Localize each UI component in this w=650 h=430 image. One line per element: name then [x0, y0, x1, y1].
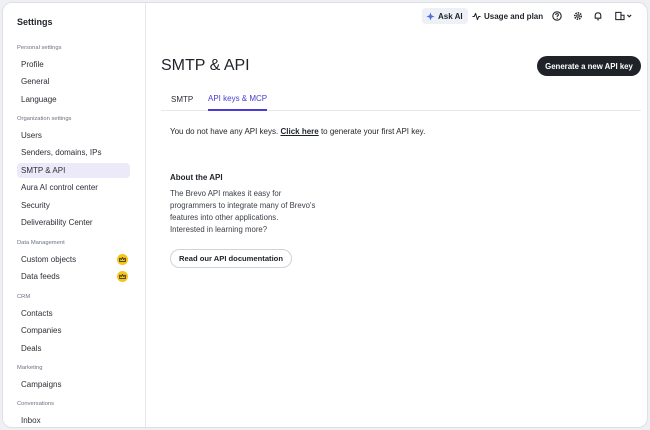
empty-state-message: You do not have any API keys. Click here…	[170, 127, 425, 136]
empty-state-suffix: to generate your first API key.	[320, 127, 426, 136]
section-personal-settings: Personal settings	[17, 45, 62, 51]
section-marketing: Marketing	[17, 365, 43, 371]
read-api-documentation-button[interactable]: Read our API documentation	[170, 249, 292, 268]
activity-icon	[472, 12, 481, 20]
sidebar-item-smtp-api[interactable]: SMTP & API	[17, 163, 130, 178]
sidebar-item-label: Data feeds	[21, 272, 60, 281]
sidebar-item-profile[interactable]: Profile	[17, 57, 130, 72]
sidebar-item-label: Custom objects	[21, 255, 77, 264]
sidebar-item-contacts[interactable]: Contacts	[17, 306, 130, 321]
top-bar: Ask AI Usage and plan	[146, 3, 647, 29]
sidebar-item-security[interactable]: Security	[17, 198, 130, 213]
usage-and-plan-button[interactable]: Usage and plan	[472, 8, 543, 24]
section-organization-settings: Organization settings	[17, 116, 72, 122]
section-data-management: Data Management	[17, 240, 65, 246]
tab-smtp[interactable]: SMTP	[171, 88, 193, 111]
about-api-text-line: programmers to integrate many of Brevo's	[170, 201, 316, 210]
bell-icon[interactable]	[592, 10, 603, 21]
sparkle-icon	[426, 11, 435, 21]
about-api-text-line: The Brevo API makes it easy for	[170, 189, 282, 198]
ask-ai-label: Ask AI	[438, 11, 463, 21]
section-conversations: Conversations	[17, 401, 55, 407]
click-here-link[interactable]: Click here	[280, 127, 318, 136]
gear-icon[interactable]	[572, 10, 583, 21]
sidebar-title: Settings	[17, 17, 53, 27]
sidebar-item-general[interactable]: General	[17, 74, 130, 89]
crown-icon	[117, 271, 128, 282]
app-window: Settings Personal settings Profile Gener…	[2, 2, 648, 428]
tab-bar: SMTP API keys & MCP	[161, 88, 641, 111]
organization-switcher[interactable]	[614, 10, 634, 21]
about-api-title: About the API	[170, 173, 223, 182]
generate-api-key-button[interactable]: Generate a new API key	[537, 56, 641, 76]
sidebar-item-companies[interactable]: Companies	[17, 323, 130, 338]
page-title: SMTP & API	[161, 57, 250, 74]
crown-icon	[117, 254, 128, 265]
sidebar-item-deliverability-center[interactable]: Deliverability Center	[17, 215, 130, 230]
empty-state-prefix: You do not have any API keys.	[170, 127, 279, 136]
settings-sidebar: Settings Personal settings Profile Gener…	[3, 3, 146, 427]
sidebar-item-data-feeds[interactable]: Data feeds	[17, 269, 130, 284]
about-api-text-line: features into other applications.	[170, 213, 279, 222]
sidebar-item-deals[interactable]: Deals	[17, 341, 130, 356]
ask-ai-button[interactable]: Ask AI	[422, 8, 468, 24]
sidebar-item-senders-domains-ips[interactable]: Senders, domains, IPs	[17, 145, 130, 160]
tab-api-keys-mcp[interactable]: API keys & MCP	[208, 88, 268, 111]
sidebar-item-campaigns[interactable]: Campaigns	[17, 377, 130, 392]
about-api-text-line: Interested in learning more?	[170, 225, 268, 234]
usage-and-plan-label: Usage and plan	[484, 11, 544, 21]
sidebar-item-custom-objects[interactable]: Custom objects	[17, 252, 130, 267]
section-crm: CRM	[17, 294, 31, 300]
sidebar-item-aura-ai-control-center[interactable]: Aura AI control center	[17, 180, 130, 195]
sidebar-item-users[interactable]: Users	[17, 128, 130, 143]
sidebar-item-inbox[interactable]: Inbox	[17, 413, 130, 427]
help-icon[interactable]	[551, 10, 562, 21]
sidebar-item-language[interactable]: Language	[17, 92, 130, 107]
